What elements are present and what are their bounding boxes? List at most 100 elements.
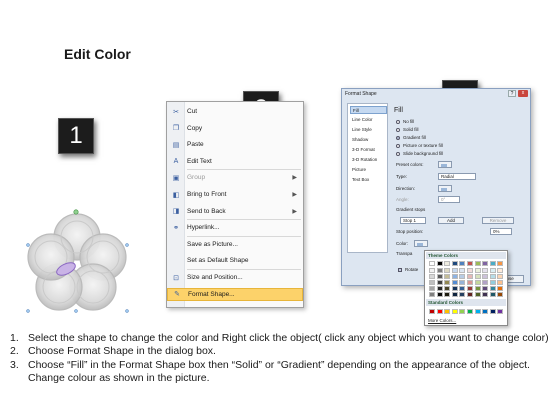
theme-color-swatch[interactable] [482,268,489,273]
standard-color-swatch[interactable] [436,309,443,314]
theme-color-swatch[interactable] [436,268,443,273]
nav-item-3d-rotation[interactable]: 3-D Rotation [350,156,387,164]
theme-color-swatch[interactable] [467,280,473,285]
nav-item-line-style[interactable]: Line Style [350,126,387,134]
stop-select[interactable]: Stop 1 [400,217,426,224]
nav-item-text-box[interactable]: Text Box [350,176,387,184]
theme-color-swatch[interactable] [436,274,443,279]
nav-item-fill[interactable]: Fill [350,106,387,114]
nav-item-picture[interactable]: Picture [350,166,387,174]
theme-color-swatch[interactable] [489,268,496,273]
theme-color-swatch[interactable] [429,280,435,285]
menu-item-save-as-picture[interactable]: Save as Picture... [167,238,303,251]
theme-color-swatch[interactable] [474,274,481,279]
menu-item-set-as-default-shape[interactable]: Set as Default Shape [167,254,303,267]
selected-shape[interactable] [21,207,131,317]
theme-color-swatch[interactable] [497,268,504,273]
theme-color-swatch[interactable] [467,268,473,273]
menu-item-copy[interactable]: ❐ Copy [167,122,303,135]
theme-color-swatch[interactable] [429,274,435,279]
theme-color-swatch[interactable] [489,286,496,291]
nav-item-shadow[interactable]: Shadow [350,136,387,144]
theme-color-swatch[interactable] [474,292,481,297]
theme-color-swatch[interactable] [444,261,451,266]
color-button[interactable] [414,240,428,247]
standard-color-swatch[interactable] [451,309,458,314]
theme-color-swatch[interactable] [436,286,443,291]
theme-color-swatch[interactable] [451,280,458,285]
theme-color-swatch[interactable] [482,280,489,285]
standard-color-swatch[interactable] [429,309,435,314]
direction-button[interactable] [438,185,452,192]
theme-color-swatch[interactable] [489,261,496,266]
theme-color-swatch[interactable] [474,286,481,291]
rings-graphic[interactable] [21,207,131,317]
theme-color-swatch[interactable] [467,292,473,297]
theme-color-swatch[interactable] [482,292,489,297]
help-button[interactable]: ? [508,90,516,97]
menu-item-format-shape[interactable]: ✎ Format Shape... [167,287,303,301]
theme-color-swatch[interactable] [459,274,466,279]
theme-color-swatch[interactable] [474,280,481,285]
theme-color-swatch[interactable] [451,292,458,297]
preset-colors-button[interactable] [438,161,452,168]
theme-color-swatch[interactable] [459,286,466,291]
theme-color-swatch[interactable] [467,261,473,266]
close-icon[interactable]: x [518,90,528,97]
theme-color-swatch[interactable] [436,261,443,266]
menu-item-hyperlink[interactable]: ⚭ Hyperlink... [167,221,303,234]
radio-gradient-fill[interactable]: Gradient fill [396,135,426,140]
theme-color-swatch[interactable] [497,280,504,285]
theme-color-swatch[interactable] [467,286,473,291]
theme-color-swatch[interactable] [459,261,466,266]
type-select[interactable]: Radial [438,173,476,180]
theme-color-swatch[interactable] [497,286,504,291]
menu-item-cut[interactable]: ✂ Cut [167,105,303,118]
theme-color-swatch[interactable] [444,274,451,279]
remove-stop-button[interactable]: Remove [482,217,514,224]
theme-color-swatch[interactable] [444,286,451,291]
theme-color-swatch[interactable] [429,268,435,273]
theme-color-swatch[interactable] [489,280,496,285]
theme-color-swatch[interactable] [444,280,451,285]
nav-item-line-color[interactable]: Line Color [350,116,387,124]
theme-color-swatch[interactable] [436,280,443,285]
more-colors-link[interactable]: More Colors... [428,318,456,323]
theme-color-swatch[interactable] [489,274,496,279]
theme-color-swatch[interactable] [429,261,435,266]
radio-picture-fill[interactable]: Picture or texture fill [396,143,443,148]
menu-item-send-to-back[interactable]: ◨ Send to Back ▶ [167,205,303,218]
theme-color-swatch[interactable] [482,286,489,291]
standard-color-swatch[interactable] [497,309,504,314]
standard-color-swatch[interactable] [474,309,481,314]
theme-color-swatch[interactable] [436,292,443,297]
theme-color-swatch[interactable] [451,261,458,266]
theme-color-swatch[interactable] [451,274,458,279]
radio-no-fill[interactable]: No fill [396,119,414,124]
theme-color-swatch[interactable] [429,286,435,291]
theme-color-swatch[interactable] [482,274,489,279]
radio-solid-fill[interactable]: Solid fill [396,127,419,132]
standard-color-swatch[interactable] [467,309,473,314]
theme-color-swatch[interactable] [474,261,481,266]
menu-item-group[interactable]: ▣ Group ▶ [167,171,303,184]
theme-color-swatch[interactable] [451,268,458,273]
standard-color-swatch[interactable] [444,309,451,314]
theme-color-swatch[interactable] [459,292,466,297]
angle-input[interactable]: 0° [438,196,460,203]
theme-color-swatch[interactable] [459,280,466,285]
theme-color-swatch[interactable] [497,292,504,297]
theme-color-swatch[interactable] [497,261,504,266]
theme-color-swatch[interactable] [444,292,451,297]
standard-color-swatch[interactable] [459,309,466,314]
standard-color-swatch[interactable] [482,309,489,314]
theme-color-swatch[interactable] [467,274,473,279]
menu-item-bring-to-front[interactable]: ◧ Bring to Front ▶ [167,188,303,201]
stop-position-input[interactable]: 0% [490,228,512,235]
rotate-checkbox[interactable]: Rotate [398,267,418,272]
theme-color-swatch[interactable] [474,268,481,273]
theme-color-swatch[interactable] [482,261,489,266]
theme-color-swatch[interactable] [444,268,451,273]
theme-color-swatch[interactable] [451,286,458,291]
radio-slide-background-fill[interactable]: Slide background fill [396,151,443,156]
